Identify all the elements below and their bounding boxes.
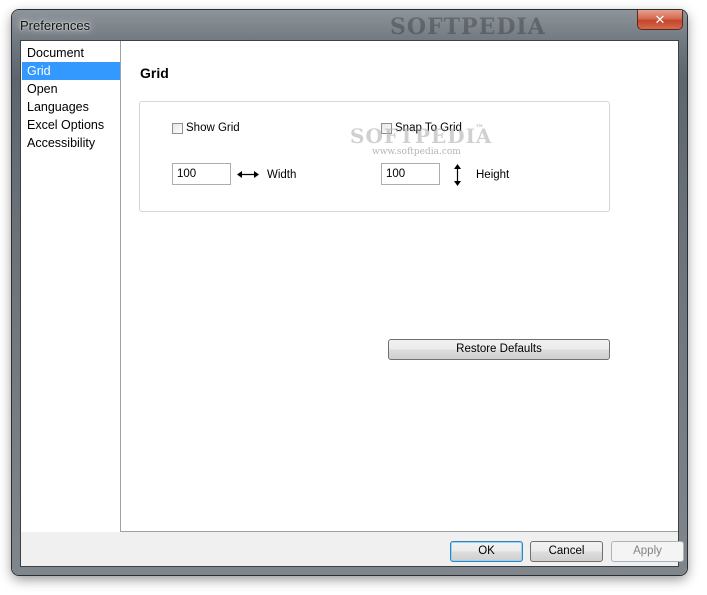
show-grid-label: Show Grid: [186, 122, 240, 134]
title-bar[interactable]: Preferences SOFTPEDIA ✕: [12, 10, 687, 40]
show-grid-checkbox[interactable]: [172, 122, 183, 134]
width-input[interactable]: [172, 163, 231, 185]
watermark-trademark: ™: [475, 124, 484, 134]
apply-button[interactable]: Apply: [611, 541, 684, 562]
sidebar-item-languages[interactable]: Languages: [22, 98, 120, 116]
width-label: Width: [267, 169, 297, 181]
sidebar-item-open[interactable]: Open: [22, 80, 120, 98]
height-input[interactable]: [381, 163, 440, 185]
title-watermark: SOFTPEDIA: [390, 14, 546, 40]
watermark-url: www.softpedia.com: [372, 147, 461, 157]
preferences-window: Preferences SOFTPEDIA ✕ Document Grid Op…: [12, 10, 687, 575]
cancel-button[interactable]: Cancel: [530, 541, 603, 562]
ok-button[interactable]: OK: [450, 541, 523, 562]
vertical-resize-arrow-icon: [454, 164, 461, 186]
softpedia-watermark: SOFTPEDIA: [350, 124, 493, 148]
sidebar-item-excel-options[interactable]: Excel Options: [22, 116, 120, 134]
show-grid-option[interactable]: Show Grid: [172, 122, 240, 134]
category-list: Document Grid Open Languages Excel Optio…: [21, 41, 121, 532]
grid-settings-group: Show Grid Snap To Grid SOFTPEDIA ™ www.s…: [139, 101, 610, 212]
close-button[interactable]: ✕: [637, 10, 683, 30]
settings-panel: Grid Show Grid Snap To Grid SOFTPEDIA ™ …: [121, 41, 678, 532]
close-icon: ✕: [654, 11, 666, 27]
restore-defaults-button[interactable]: Restore Defaults: [388, 339, 610, 360]
sidebar-item-accessibility[interactable]: Accessibility: [22, 134, 120, 152]
window-title: Preferences: [20, 18, 91, 33]
horizontal-resize-arrow-icon: [237, 171, 259, 178]
height-label: Height: [476, 169, 510, 181]
dialog-client-area: Document Grid Open Languages Excel Optio…: [20, 40, 684, 567]
sidebar-item-document[interactable]: Document: [22, 44, 120, 62]
page-title: Grid: [140, 65, 169, 81]
sidebar-item-grid[interactable]: Grid: [22, 62, 120, 80]
